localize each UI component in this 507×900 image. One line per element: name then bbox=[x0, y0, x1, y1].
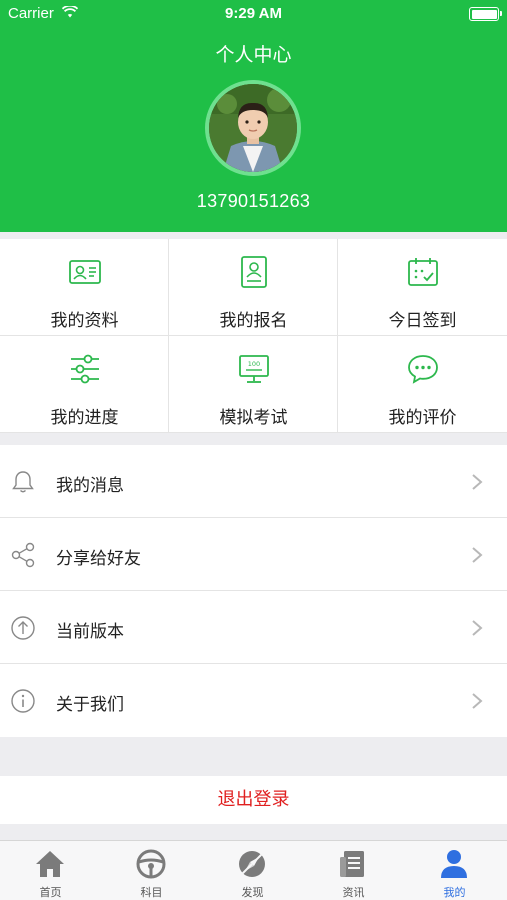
chevron-right-icon bbox=[472, 474, 483, 490]
grid-item-label: 我的评价 bbox=[388, 408, 457, 428]
tab-news[interactable]: 资讯 bbox=[303, 841, 404, 900]
share-icon bbox=[11, 542, 35, 568]
list-item-label: 当前版本 bbox=[56, 622, 124, 642]
grid-item-my-profile[interactable]: 我的资料 bbox=[0, 239, 169, 336]
profile-header: Carrier 9:29 AM 个人中心 13790151263 bbox=[0, 0, 507, 232]
clock: 9:29 AM bbox=[225, 5, 282, 22]
avatar-image bbox=[209, 84, 297, 172]
chevron-right-icon bbox=[472, 547, 483, 563]
bell-icon bbox=[12, 471, 34, 493]
grid-item-label: 今日签到 bbox=[388, 311, 457, 331]
profile-card-icon bbox=[69, 260, 101, 284]
list-item-share[interactable]: 分享给好友 bbox=[0, 518, 507, 591]
grid-item-label: 我的报名 bbox=[219, 311, 288, 331]
grid-item-label: 我的资料 bbox=[50, 311, 119, 331]
page-title: 个人中心 bbox=[215, 44, 292, 66]
list-item-current-version[interactable]: 当前版本 bbox=[0, 591, 507, 664]
comment-icon bbox=[408, 355, 438, 384]
grid-item-label: 模拟考试 bbox=[219, 408, 288, 428]
svg-text:100: 100 bbox=[248, 360, 260, 368]
tab-subjects[interactable]: 科目 bbox=[101, 841, 202, 900]
list-item-label: 分享给好友 bbox=[56, 549, 141, 569]
grid-item-my-reviews[interactable]: 我的评价 bbox=[338, 336, 507, 433]
grid-item-my-progress[interactable]: 我的进度 bbox=[0, 336, 169, 433]
home-icon bbox=[36, 851, 64, 877]
info-icon bbox=[11, 689, 35, 713]
grid-item-my-registration[interactable]: 我的报名 bbox=[169, 239, 338, 336]
battery-icon bbox=[469, 7, 502, 21]
tab-discover[interactable]: 发现 bbox=[202, 841, 303, 900]
registration-icon bbox=[241, 256, 267, 288]
grid-item-mock-exam[interactable]: 100 模拟考试 bbox=[169, 336, 338, 433]
bottom-tab-bar: 首页 科目 发现 资讯 我的 bbox=[0, 840, 507, 900]
monitor-exam-icon: 100 bbox=[239, 355, 269, 383]
tab-label: 我的 bbox=[443, 886, 466, 899]
steering-wheel-icon bbox=[136, 849, 166, 879]
grid-item-daily-checkin[interactable]: 今日签到 bbox=[338, 239, 507, 336]
calendar-check-icon bbox=[408, 258, 438, 286]
tab-label: 科目 bbox=[140, 886, 163, 899]
sliders-icon bbox=[71, 354, 99, 384]
settings-list: 我的消息 分享给好友 当前版本 关于我们 bbox=[0, 445, 507, 737]
chevron-right-icon bbox=[472, 693, 483, 709]
upload-circle-icon bbox=[11, 616, 35, 640]
tab-home[interactable]: 首页 bbox=[0, 841, 101, 900]
feature-grid: 我的资料 我的报名 今日签到 我的进度 100 模拟考试 我的评价 bbox=[0, 239, 507, 433]
person-icon bbox=[441, 850, 467, 878]
tab-label: 资讯 bbox=[342, 886, 365, 899]
tab-label: 首页 bbox=[39, 886, 62, 899]
news-icon bbox=[340, 851, 364, 877]
tab-label: 发现 bbox=[241, 886, 264, 899]
avatar[interactable] bbox=[205, 80, 301, 176]
status-bar: Carrier 9:29 AM bbox=[0, 0, 507, 28]
list-item-label: 关于我们 bbox=[56, 695, 124, 715]
list-item-about-us[interactable]: 关于我们 bbox=[0, 664, 507, 737]
list-item-my-messages[interactable]: 我的消息 bbox=[0, 445, 507, 518]
logout-button[interactable]: 退出登录 bbox=[0, 776, 507, 824]
user-phone-number: 13790151263 bbox=[196, 191, 311, 211]
chevron-right-icon bbox=[472, 620, 483, 636]
grid-item-label: 我的进度 bbox=[50, 408, 119, 428]
list-item-label: 我的消息 bbox=[56, 476, 124, 496]
tab-mine[interactable]: 我的 bbox=[404, 841, 505, 900]
discover-icon bbox=[239, 851, 265, 877]
